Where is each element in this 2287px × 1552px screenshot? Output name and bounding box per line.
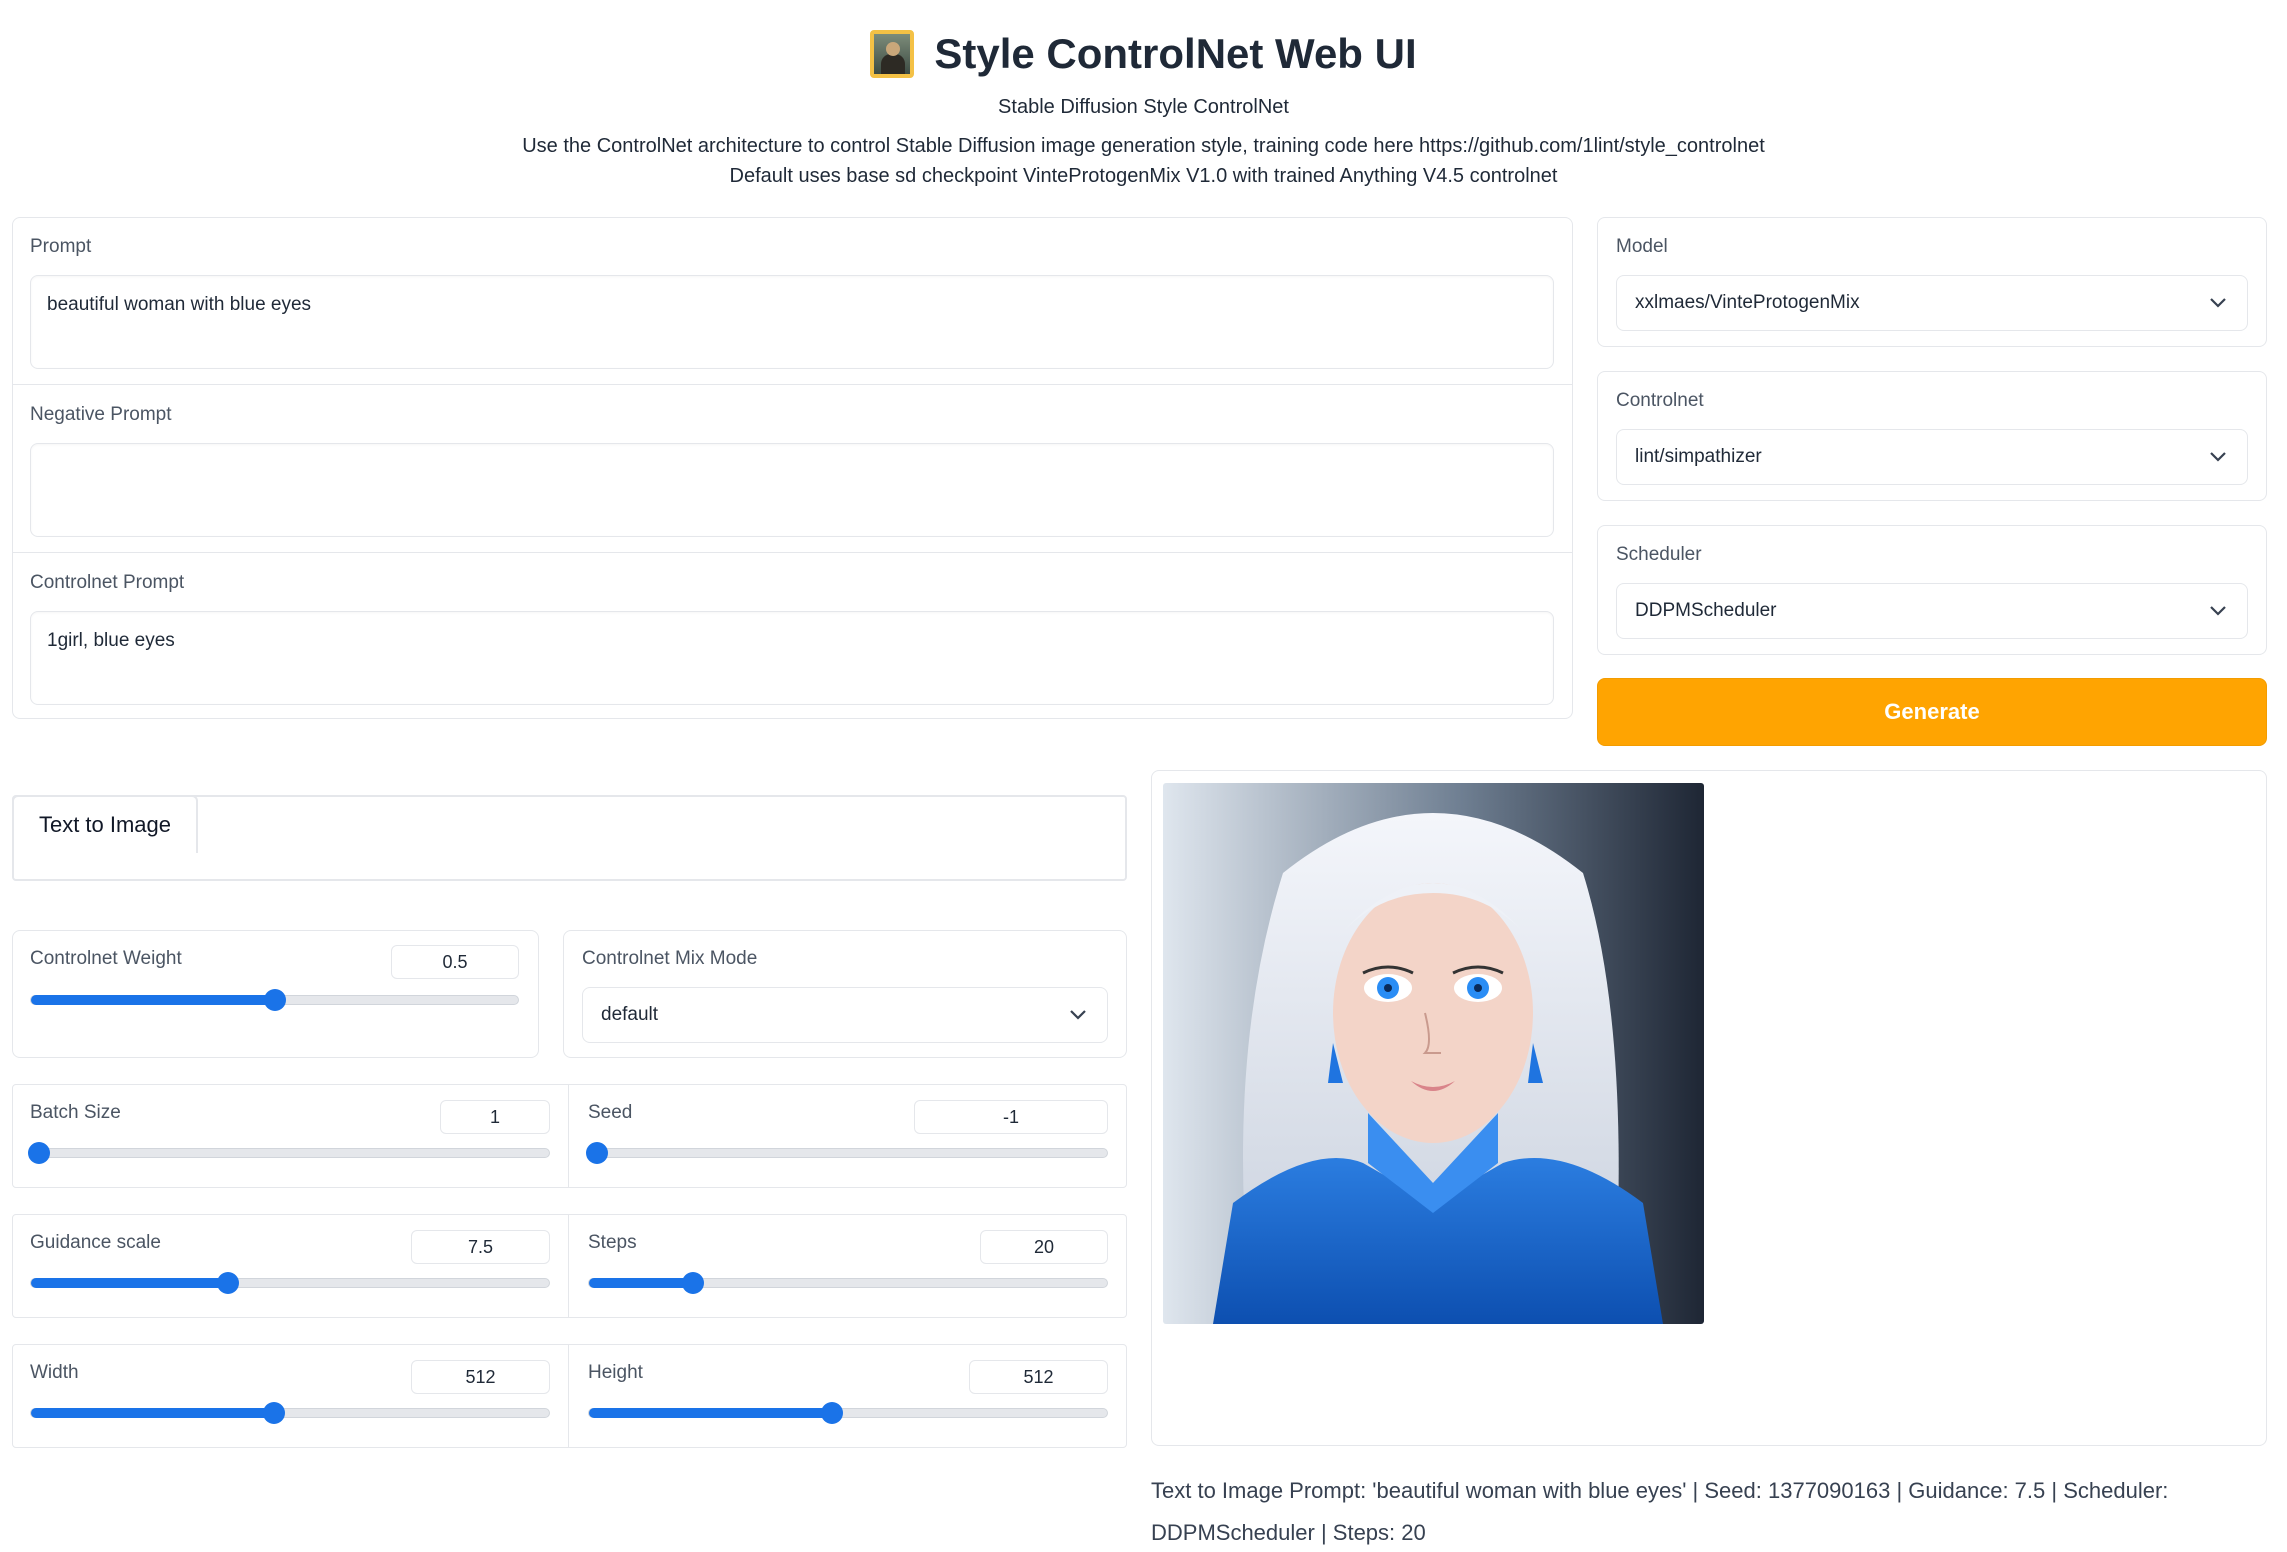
description-line-2: Default uses base sd checkpoint VintePro… xyxy=(729,165,1558,187)
width-height-panel xyxy=(12,1344,1127,1448)
model-select[interactable]: xxlmaes/VinteProtogenMix xyxy=(1616,275,2248,331)
negative-prompt-label: Negative Prompt xyxy=(30,404,172,425)
page-subtitle: Stable Diffusion Style ControlNet xyxy=(998,96,1289,118)
chevron-down-icon xyxy=(1067,1004,1089,1026)
prompt-textarea[interactable]: beautiful woman with blue eyes xyxy=(30,275,1554,369)
batch-size-slider[interactable] xyxy=(28,1142,550,1164)
chevron-down-icon xyxy=(2207,292,2229,314)
slider-thumb[interactable] xyxy=(586,1142,608,1164)
guidance-slider[interactable] xyxy=(30,1272,550,1294)
width-slider[interactable] xyxy=(30,1402,550,1424)
controlnet-select[interactable]: lint/simpathizer xyxy=(1616,429,2248,485)
height-label: Height xyxy=(588,1362,643,1383)
guidance-steps-panel xyxy=(12,1214,1127,1318)
model-label: Model xyxy=(1616,236,1668,257)
slider-thumb[interactable] xyxy=(28,1142,50,1164)
generate-button[interactable]: Generate xyxy=(1597,678,2267,746)
batch-size-number[interactable]: 1 xyxy=(440,1100,550,1134)
height-number[interactable]: 512 xyxy=(969,1360,1108,1394)
generated-image[interactable] xyxy=(1163,783,1704,1324)
negative-prompt-textarea[interactable] xyxy=(30,443,1554,537)
steps-label: Steps xyxy=(588,1232,637,1253)
title-row: Style ControlNet Web UI xyxy=(0,30,2287,78)
controlnet-prompt-label: Controlnet Prompt xyxy=(30,572,185,593)
seed-label: Seed xyxy=(588,1102,633,1123)
chevron-down-icon xyxy=(2207,600,2229,622)
slider-thumb[interactable] xyxy=(821,1402,843,1424)
width-label: Width xyxy=(30,1362,79,1383)
scheduler-label: Scheduler xyxy=(1616,544,1702,565)
description-line-1: Use the ControlNet architecture to contr… xyxy=(522,135,1765,157)
width-number[interactable]: 512 xyxy=(411,1360,550,1394)
height-slider[interactable] xyxy=(588,1402,1108,1424)
model-select-value: xxlmaes/VinteProtogenMix xyxy=(1635,292,1860,313)
controlnet-weight-number[interactable]: 0.5 xyxy=(391,945,519,979)
slider-thumb[interactable] xyxy=(263,1402,285,1424)
controlnet-weight-label: Controlnet Weight xyxy=(30,948,182,969)
output-caption: Text to Image Prompt: 'beautiful woman w… xyxy=(1151,1478,2169,1545)
scheduler-select-value: DDPMScheduler xyxy=(1635,600,1777,621)
batch-size-label: Batch Size xyxy=(30,1102,121,1123)
controlnet-prompt-textarea[interactable]: 1girl, blue eyes xyxy=(30,611,1554,705)
seed-number[interactable]: -1 xyxy=(914,1100,1108,1134)
mix-mode-select[interactable]: default xyxy=(582,987,1108,1043)
framed-picture-icon xyxy=(870,30,915,78)
slider-thumb[interactable] xyxy=(217,1272,239,1294)
tab-text-to-image[interactable]: Text to Image xyxy=(12,795,198,853)
steps-slider[interactable] xyxy=(588,1272,1108,1294)
slider-thumb[interactable] xyxy=(264,989,286,1011)
guidance-label: Guidance scale xyxy=(30,1232,161,1253)
controlnet-label: Controlnet xyxy=(1616,390,1704,411)
guidance-number[interactable]: 7.5 xyxy=(411,1230,550,1264)
controlnet-select-value: lint/simpathizer xyxy=(1635,446,1762,467)
page-title: Style ControlNet Web UI xyxy=(934,30,1417,77)
steps-number[interactable]: 20 xyxy=(980,1230,1108,1264)
mix-mode-label: Controlnet Mix Mode xyxy=(582,948,758,969)
slider-thumb[interactable] xyxy=(682,1272,704,1294)
chevron-down-icon xyxy=(2207,446,2229,468)
prompt-label: Prompt xyxy=(30,236,92,257)
controlnet-weight-slider[interactable] xyxy=(30,989,519,1011)
seed-slider[interactable] xyxy=(586,1142,1108,1164)
mix-mode-value: default xyxy=(601,1004,659,1025)
scheduler-select[interactable]: DDPMScheduler xyxy=(1616,583,2248,639)
